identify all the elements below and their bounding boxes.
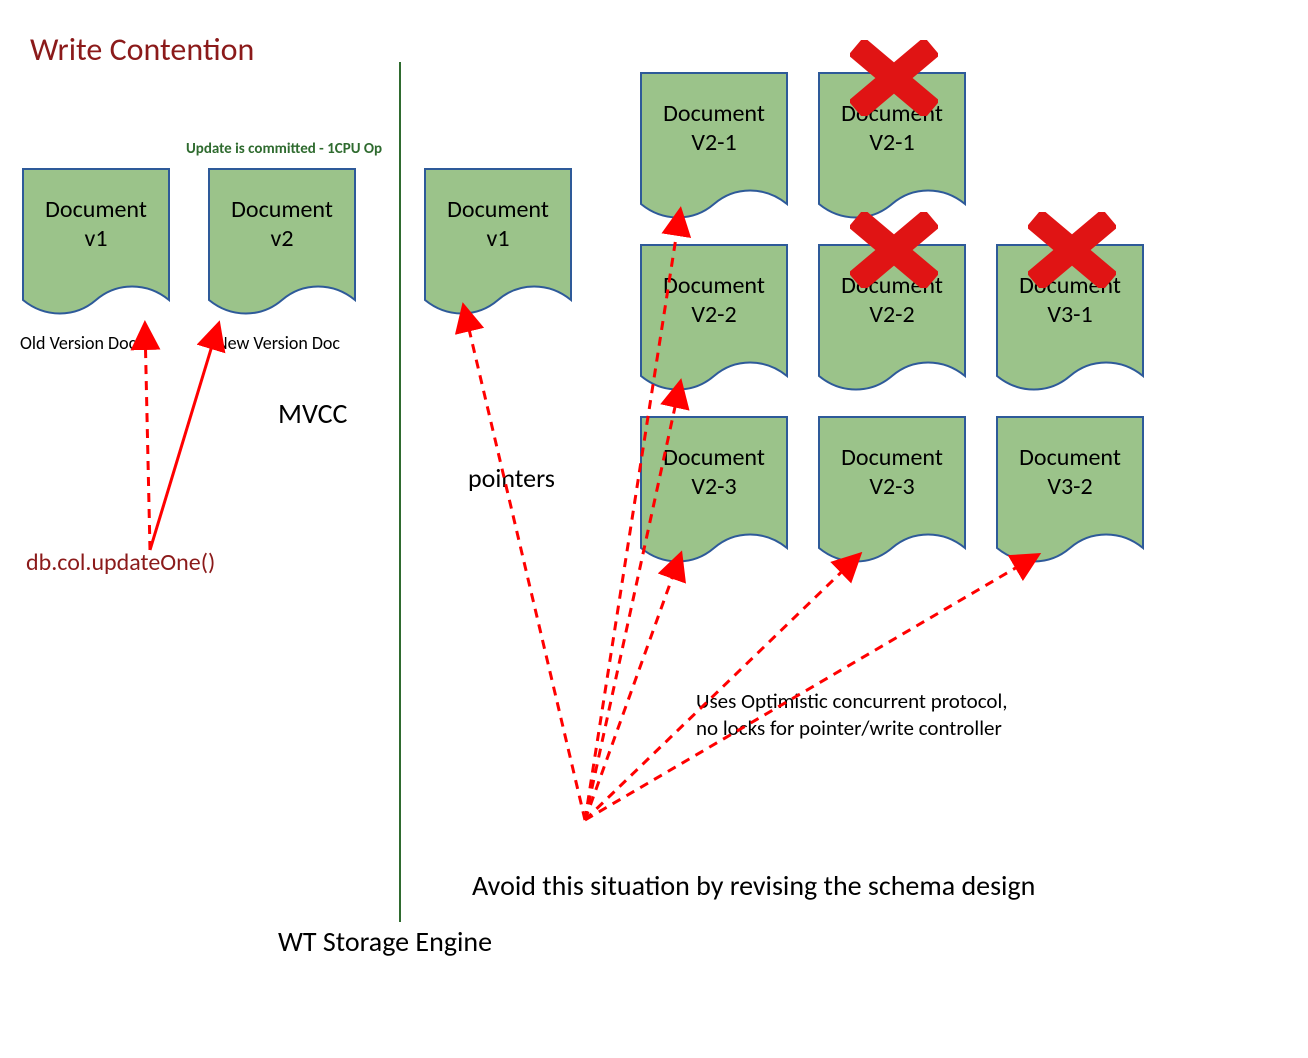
diagram-title: Write Contention <box>30 30 254 69</box>
wt-storage-label: WT Storage Engine <box>278 924 492 959</box>
pointer-arrow <box>464 308 585 820</box>
document-c-r1-2: DocumentV2-1 <box>818 72 966 227</box>
document-left-v1: Documentv1 <box>22 168 170 323</box>
failed-write-icon <box>850 40 938 116</box>
pointer-arrow <box>585 384 680 820</box>
pointer-arrow <box>145 326 150 550</box>
document-c-r2-2: DocumentV2-2 <box>818 244 966 399</box>
pointer-arrow <box>150 326 218 550</box>
doc-version: V2-3 <box>640 473 788 502</box>
doc-title: Document <box>818 444 966 473</box>
document-right-v1: Documentv1 <box>424 168 572 323</box>
document-left-v2: Documentv2 <box>208 168 356 323</box>
pointer-arrow <box>585 556 680 820</box>
doc-version: v2 <box>208 225 356 254</box>
doc-version: V2-2 <box>640 301 788 330</box>
mvcc-label: MVCC <box>278 396 347 431</box>
pointer-arrow <box>585 212 680 820</box>
doc-version: V2-3 <box>818 473 966 502</box>
doc-title: Document <box>640 272 788 301</box>
document-c-r3-2: DocumentV2-3 <box>818 416 966 571</box>
diagram-stage: Write Contention Update is committed - 1… <box>0 0 1308 1058</box>
new-doc-label: New Version Doc <box>216 332 340 354</box>
document-c-r3-1: DocumentV2-3 <box>640 416 788 571</box>
document-c-r2-1: DocumentV2-2 <box>640 244 788 399</box>
doc-title: Document <box>818 100 966 129</box>
doc-version: V2-1 <box>640 129 788 158</box>
doc-title: Document <box>640 444 788 473</box>
doc-version: V2-2 <box>818 301 966 330</box>
avoid-note: Avoid this situation by revising the sch… <box>472 868 1035 903</box>
doc-title: Document <box>996 272 1144 301</box>
doc-title: Document <box>818 272 966 301</box>
failed-write-icon <box>1028 212 1116 288</box>
doc-title: Document <box>208 196 356 225</box>
doc-title: Document <box>424 196 572 225</box>
pointers-label: pointers <box>468 462 555 494</box>
document-c-r2-3: DocumentV3-1 <box>996 244 1144 399</box>
committed-note: Update is committed - 1CPU Op <box>186 140 382 158</box>
doc-title: Document <box>996 444 1144 473</box>
old-doc-label: Old Version Doc <box>20 332 136 354</box>
optimistic-note: Uses Optimistic concurrent protocol, no … <box>696 688 1008 743</box>
update-command: db.col.updateOne() <box>26 548 215 577</box>
doc-title: Document <box>640 100 788 129</box>
document-c-r3-3: DocumentV3-2 <box>996 416 1144 571</box>
vertical-divider <box>399 62 401 922</box>
document-c-r1-1: DocumentV2-1 <box>640 72 788 227</box>
doc-version: V3-2 <box>996 473 1144 502</box>
doc-title: Document <box>22 196 170 225</box>
doc-version: V3-1 <box>996 301 1144 330</box>
doc-version: v1 <box>424 225 572 254</box>
doc-version: v1 <box>22 225 170 254</box>
doc-version: V2-1 <box>818 129 966 158</box>
failed-write-icon <box>850 212 938 288</box>
